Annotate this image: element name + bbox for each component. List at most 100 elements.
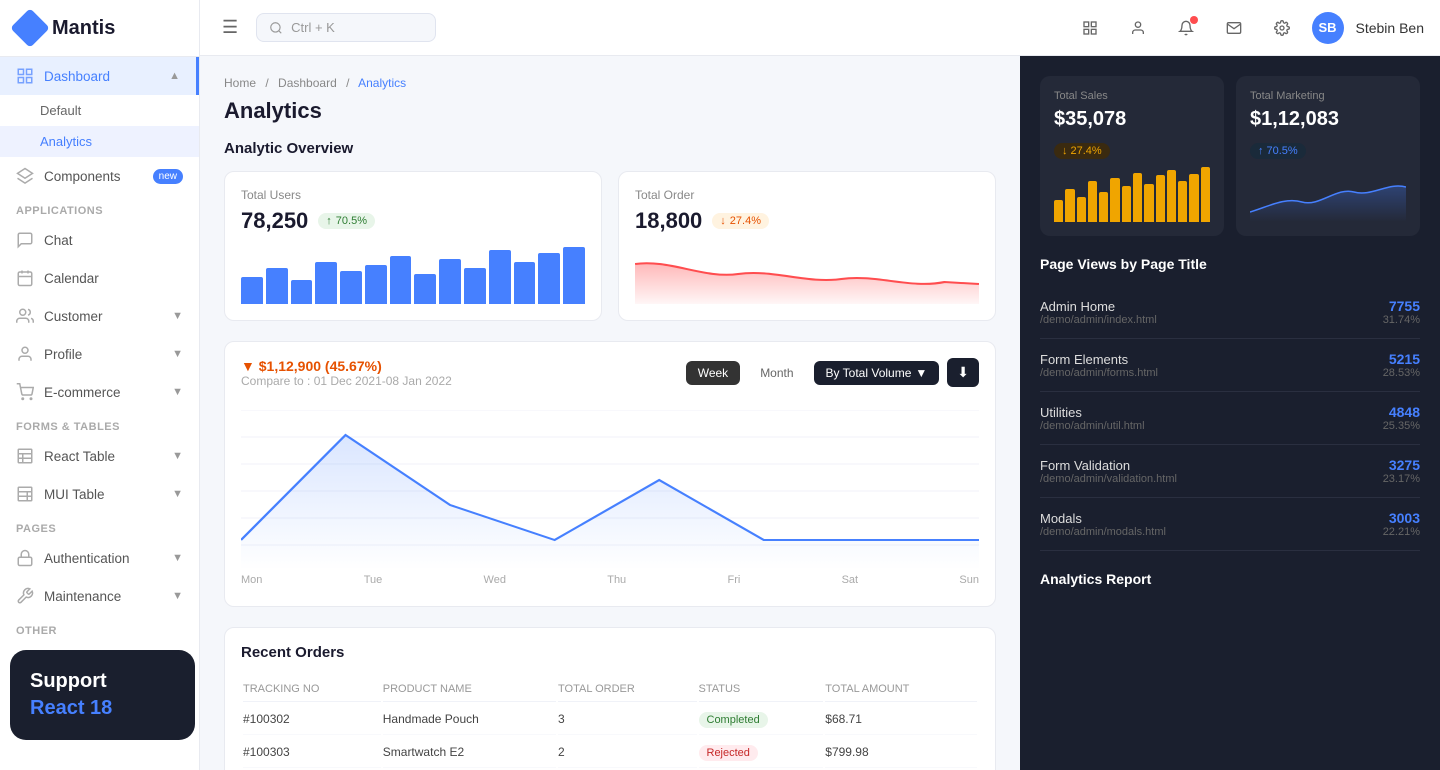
sidebar-item-customer[interactable]: Customer ▼ (0, 297, 199, 335)
content-area: Home / Dashboard / Analytics Analytics A… (200, 56, 1440, 770)
recent-orders-title: Recent Orders (241, 644, 979, 661)
page-title: Analytics (224, 98, 996, 124)
pv-url-0: /demo/admin/index.html (1040, 314, 1157, 326)
dashboard-chevron: ▲ (169, 70, 180, 82)
recent-orders-section: Recent Orders TRACKING NO PRODUCT NAME T… (224, 627, 996, 770)
breadcrumb-home[interactable]: Home (224, 76, 256, 90)
pv-left-4: Modals /demo/admin/modals.html (1040, 511, 1166, 538)
total-sales-value: $35,078 (1054, 108, 1210, 131)
pv-name-4: Modals (1040, 511, 1166, 526)
pv-count-4: 3003 (1383, 510, 1420, 526)
income-amount: ▼ $1,12,900 (45.67%) (241, 358, 452, 374)
page-view-item-3: Form Validation /demo/admin/validation.h… (1040, 445, 1420, 498)
page-view-item-1: Form Elements /demo/admin/forms.html 521… (1040, 339, 1420, 392)
total-users-chart (241, 244, 585, 304)
analytics-report-section: Analytics Report (1040, 571, 1420, 587)
support-title: Support (30, 670, 175, 693)
breadcrumb-sep1: / (265, 76, 268, 90)
user-name[interactable]: Stebin Ben (1356, 20, 1425, 36)
avatar: SB (1312, 12, 1344, 44)
logo-text: Mantis (52, 17, 115, 40)
sidebar-item-react-table[interactable]: React Table ▼ (0, 437, 199, 475)
analytic-overview-title: Analytic Overview (224, 140, 996, 157)
dark-stats-row: Total Sales $35,078 ↓ 27.4% (1040, 76, 1420, 236)
pv-url-2: /demo/admin/util.html (1040, 420, 1145, 432)
total-marketing-value: $1,12,083 (1250, 108, 1406, 131)
pv-pct-2: 25.35% (1383, 420, 1420, 432)
income-chart-area: Mon Tue Wed Thu Fri Sat Sun (241, 410, 979, 590)
breadcrumb: Home / Dashboard / Analytics (224, 76, 996, 90)
components-label: Components (44, 169, 121, 184)
week-button[interactable]: Week (686, 361, 740, 385)
sidebar-item-calendar[interactable]: Calendar (0, 259, 199, 297)
sidebar-sub-analytics[interactable]: Analytics (0, 126, 199, 157)
sidebar-item-profile[interactable]: Profile ▼ (0, 335, 199, 373)
col-total-amount: TOTAL AMOUNT (825, 677, 977, 702)
sidebar-item-chat[interactable]: Chat (0, 221, 199, 259)
pv-left-1: Form Elements /demo/admin/forms.html (1040, 352, 1158, 379)
grid-apps-button[interactable] (1072, 10, 1108, 46)
sidebar-sub-default[interactable]: Default (0, 95, 199, 126)
x-tue: Tue (364, 574, 383, 586)
pv-left-2: Utilities /demo/admin/util.html (1040, 405, 1145, 432)
calendar-icon (16, 269, 34, 287)
other-section: Other (0, 615, 199, 641)
total-users-value: 78,250 (241, 208, 308, 234)
pv-right-1: 5215 28.53% (1383, 351, 1420, 379)
settings-button[interactable] (1264, 10, 1300, 46)
hamburger-button[interactable]: ☰ (216, 11, 244, 44)
x-thu: Thu (607, 574, 626, 586)
apps-icon (1082, 20, 1098, 36)
col-status: STATUS (699, 677, 824, 702)
total-users-value-row: 78,250 ↑ 70.5% (241, 208, 585, 234)
react-table-chevron: ▼ (172, 450, 183, 462)
logo-area: Mantis (0, 0, 199, 57)
notification-dot (1190, 16, 1198, 24)
volume-label: By Total Volume (826, 366, 912, 380)
pv-url-1: /demo/admin/forms.html (1040, 367, 1158, 379)
pv-name-2: Utilities (1040, 405, 1145, 420)
volume-select[interactable]: By Total Volume ▼ (814, 361, 940, 385)
breadcrumb-dashboard[interactable]: Dashboard (278, 76, 337, 90)
breadcrumb-current: Analytics (358, 76, 406, 90)
income-controls: Week Month By Total Volume ▼ ⬇ (686, 358, 979, 387)
pv-pct-3: 23.17% (1383, 473, 1420, 485)
applications-section: Applications (0, 195, 199, 221)
customer-chevron: ▼ (172, 310, 183, 322)
pv-pct-1: 28.53% (1383, 367, 1420, 379)
cart-icon (16, 383, 34, 401)
search-box[interactable]: Ctrl + K (256, 13, 436, 42)
ecommerce-chevron: ▼ (172, 386, 183, 398)
sidebar-item-authentication[interactable]: Authentication ▼ (0, 539, 199, 577)
messages-button[interactable] (1216, 10, 1252, 46)
left-panel: Home / Dashboard / Analytics Analytics A… (200, 56, 1020, 770)
total-order-badge: ↓ 27.4% (712, 213, 769, 229)
authentication-label: Authentication (44, 551, 130, 566)
download-button[interactable]: ⬇ (947, 358, 979, 387)
pv-right-4: 3003 22.21% (1383, 510, 1420, 538)
total-users-badge: ↑ 70.5% (318, 213, 375, 229)
orders-table: TRACKING NO PRODUCT NAME TOTAL ORDER STA… (241, 675, 979, 770)
support-card[interactable]: Support React 18 (10, 650, 195, 740)
page-views-title: Page Views by Page Title (1040, 256, 1420, 272)
month-button[interactable]: Month (748, 361, 805, 385)
sidebar-item-maintenance[interactable]: Maintenance ▼ (0, 577, 199, 615)
users-icon (16, 307, 34, 325)
user-settings-button[interactable] (1120, 10, 1156, 46)
stats-row: Total Users 78,250 ↑ 70.5% (224, 171, 996, 321)
sidebar-item-mui-table[interactable]: MUI Table ▼ (0, 475, 199, 513)
sidebar-item-components[interactable]: Components new (0, 157, 199, 195)
chat-label: Chat (44, 233, 73, 248)
total-sales-badge: ↓ 27.4% (1054, 143, 1110, 159)
sidebar-item-ecommerce[interactable]: E-commerce ▼ (0, 373, 199, 411)
sidebar: Mantis Dashboard ▲ Default Analytics Com… (0, 0, 200, 770)
new-badge: new (153, 169, 183, 184)
income-overview-section: ▼ $1,12,900 (45.67%) Compare to : 01 Dec… (224, 341, 996, 607)
page-views-section: Page Views by Page Title Admin Home /dem… (1040, 256, 1420, 551)
layers-icon (16, 167, 34, 185)
pv-name-3: Form Validation (1040, 458, 1177, 473)
page-view-item-4: Modals /demo/admin/modals.html 3003 22.2… (1040, 498, 1420, 551)
sidebar-item-dashboard[interactable]: Dashboard ▲ (0, 57, 199, 95)
header-actions: SB Stebin Ben (1072, 10, 1425, 46)
notifications-button[interactable] (1168, 10, 1204, 46)
